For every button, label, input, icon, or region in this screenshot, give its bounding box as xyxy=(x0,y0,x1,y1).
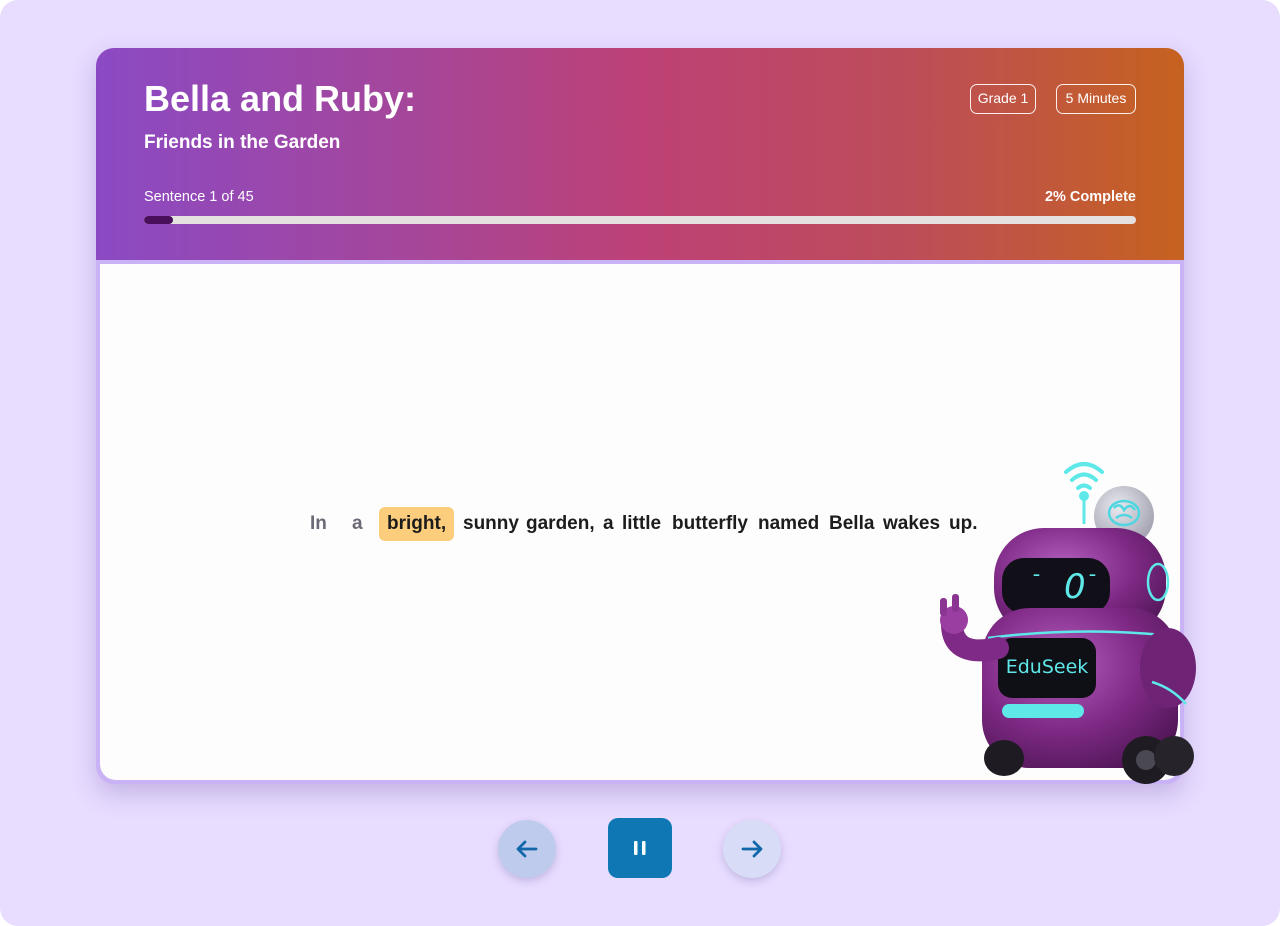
duration-badge: 5 Minutes xyxy=(1056,84,1136,114)
story-header: Bella and Ruby: Friends in the Garden Gr… xyxy=(96,48,1184,260)
next-sentence-button[interactable] xyxy=(723,820,781,878)
previous-sentence-button[interactable] xyxy=(498,820,556,878)
progress-bar xyxy=(144,216,1136,224)
sentence-word[interactable]: a xyxy=(603,507,614,541)
robot-screen-label: EduSeek xyxy=(1006,656,1089,678)
svg-text:0: 0 xyxy=(1064,567,1086,607)
arrow-left-icon xyxy=(516,840,538,858)
robot-mascot: ¯ 0 ¯ EduSeek xyxy=(932,458,1202,794)
sentence-word[interactable]: a xyxy=(352,507,363,541)
story-title: Bella and Ruby: xyxy=(144,78,417,119)
svg-text:¯: ¯ xyxy=(1088,572,1097,593)
sentence-word[interactable]: butterfly xyxy=(672,507,748,541)
wifi-icon xyxy=(1064,462,1104,490)
sentence-word[interactable]: sunny xyxy=(463,507,519,541)
arrow-right-icon xyxy=(741,840,763,858)
progress-bar-fill xyxy=(144,216,173,224)
sentence-word-current[interactable]: bright, xyxy=(379,507,455,541)
svg-text:¯: ¯ xyxy=(1032,572,1041,593)
pause-icon xyxy=(634,841,646,855)
sentence-word[interactable]: little xyxy=(622,507,661,541)
pause-button[interactable] xyxy=(608,818,672,878)
sentence-word[interactable]: named xyxy=(758,507,819,541)
sentence-counter: Sentence 1 of 45 xyxy=(144,189,254,205)
sentence-word[interactable]: garden, xyxy=(526,507,595,541)
story-subtitle: Friends in the Garden xyxy=(144,132,341,153)
grade-badge: Grade 1 xyxy=(970,84,1036,114)
sentence-word[interactable]: In xyxy=(310,507,327,541)
progress-percent: 2% Complete xyxy=(1044,189,1136,205)
app-background: Bella and Ruby: Friends in the Garden Gr… xyxy=(0,0,1280,926)
sentence-word[interactable]: Bella xyxy=(829,507,874,541)
